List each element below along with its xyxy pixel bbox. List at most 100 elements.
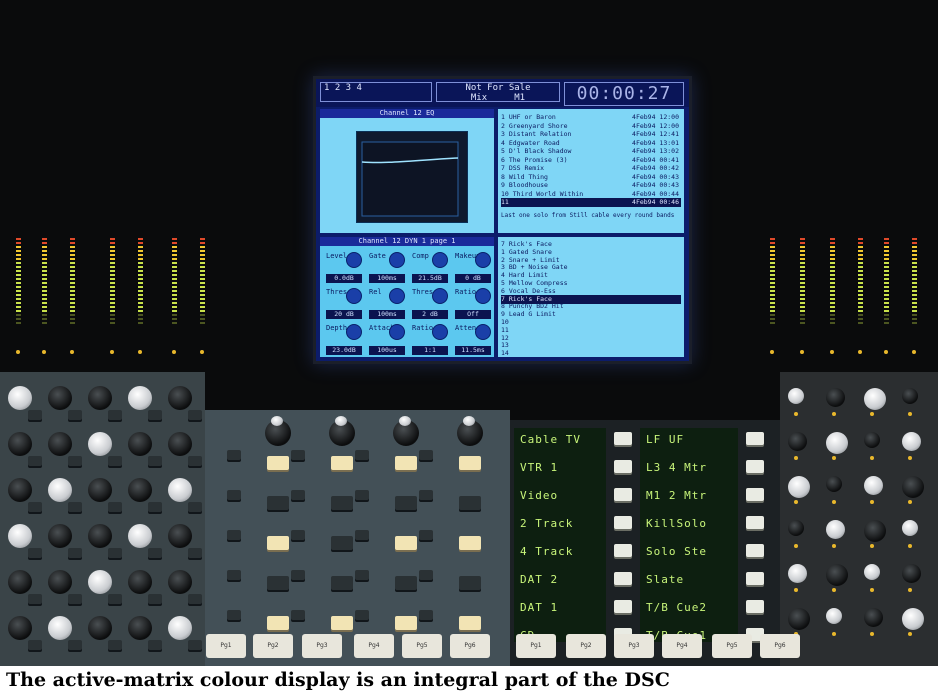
function-key[interactable]: Pg1 — [516, 634, 556, 658]
source-select-button[interactable] — [746, 544, 764, 557]
rotary-knob[interactable] — [168, 616, 192, 640]
console-button[interactable] — [68, 548, 82, 558]
rotary-knob[interactable] — [8, 616, 32, 640]
console-button[interactable] — [108, 410, 122, 420]
function-key[interactable]: Pg5 — [712, 634, 752, 658]
console-button[interactable] — [355, 530, 369, 540]
rotary-knob[interactable] — [48, 432, 72, 456]
dynamics-control[interactable]: Rel 100ms — [367, 285, 409, 321]
source-select-button[interactable] — [746, 488, 764, 501]
rotary-knob[interactable] — [8, 570, 32, 594]
console-button[interactable] — [148, 410, 162, 420]
rotary-knob[interactable] — [271, 416, 283, 426]
rotary-knob[interactable] — [788, 608, 810, 630]
console-button[interactable] — [68, 456, 82, 466]
rotary-knob[interactable] — [826, 432, 848, 454]
console-button[interactable] — [355, 450, 369, 460]
dynamics-control[interactable]: Comp 21.5dB — [410, 249, 452, 285]
rotary-knob[interactable] — [88, 570, 112, 594]
dynamics-control[interactable]: Atten 11.5ms — [453, 321, 495, 357]
console-button[interactable] — [419, 530, 433, 540]
console-button[interactable] — [227, 610, 241, 620]
console-button[interactable] — [267, 456, 289, 470]
source-select-button[interactable] — [746, 600, 764, 613]
console-button[interactable] — [148, 548, 162, 558]
control-knob-icon[interactable] — [475, 288, 491, 304]
console-button[interactable] — [355, 610, 369, 620]
console-button[interactable] — [68, 640, 82, 650]
dynamics-control[interactable]: Ratio Off — [453, 285, 495, 321]
rotary-knob[interactable] — [826, 520, 845, 539]
console-button[interactable] — [331, 576, 353, 590]
function-key[interactable]: Pg3 — [614, 634, 654, 658]
rotary-knob[interactable] — [48, 524, 72, 548]
rotary-knob[interactable] — [88, 386, 112, 410]
cue-list-item[interactable]: 11 4Feb94 00:46 — [501, 198, 681, 207]
rotary-knob[interactable] — [864, 476, 883, 495]
console-button[interactable] — [355, 490, 369, 500]
rotary-knob[interactable] — [826, 608, 842, 624]
console-button[interactable] — [459, 456, 481, 470]
console-button[interactable] — [267, 616, 289, 630]
console-button[interactable] — [331, 616, 353, 630]
function-key[interactable]: Pg4 — [354, 634, 394, 658]
control-knob-icon[interactable] — [346, 324, 362, 340]
function-key[interactable]: Pg3 — [302, 634, 342, 658]
rotary-knob[interactable] — [88, 478, 112, 502]
source-select-button[interactable] — [614, 600, 632, 613]
function-key[interactable]: Pg6 — [450, 634, 490, 658]
rotary-knob[interactable] — [128, 616, 152, 640]
console-button[interactable] — [459, 576, 481, 590]
console-button[interactable] — [108, 640, 122, 650]
dynamics-control[interactable]: Gate 100ms — [367, 249, 409, 285]
console-button[interactable] — [188, 410, 202, 420]
rotary-knob[interactable] — [8, 524, 32, 548]
source-select-button[interactable] — [746, 516, 764, 529]
control-knob-icon[interactable] — [389, 288, 405, 304]
console-button[interactable] — [291, 450, 305, 460]
rotary-knob[interactable] — [128, 386, 152, 410]
source-select-button[interactable] — [614, 544, 632, 557]
dynamics-control[interactable]: Depth 23.0dB — [324, 321, 366, 357]
console-button[interactable] — [188, 594, 202, 604]
function-key[interactable]: Pg6 — [760, 634, 800, 658]
control-knob-icon[interactable] — [432, 288, 448, 304]
console-button[interactable] — [28, 410, 42, 420]
preset-list-item[interactable]: 14 — [501, 349, 681, 358]
control-knob-icon[interactable] — [389, 252, 405, 268]
console-button[interactable] — [148, 502, 162, 512]
source-select-button[interactable] — [614, 516, 632, 529]
rotary-knob[interactable] — [902, 608, 924, 630]
console-button[interactable] — [68, 594, 82, 604]
console-button[interactable] — [267, 496, 289, 510]
console-button[interactable] — [227, 490, 241, 500]
rotary-knob[interactable] — [826, 564, 848, 586]
console-button[interactable] — [188, 640, 202, 650]
function-key[interactable]: Pg5 — [402, 634, 442, 658]
control-knob-icon[interactable] — [389, 324, 405, 340]
rotary-knob[interactable] — [902, 520, 918, 536]
console-button[interactable] — [227, 530, 241, 540]
rotary-knob[interactable] — [88, 432, 112, 456]
console-button[interactable] — [28, 456, 42, 466]
rotary-knob[interactable] — [168, 432, 192, 456]
console-button[interactable] — [28, 548, 42, 558]
console-button[interactable] — [108, 548, 122, 558]
console-button[interactable] — [108, 594, 122, 604]
rotary-knob[interactable] — [864, 564, 880, 580]
console-button[interactable] — [108, 456, 122, 466]
source-select-button[interactable] — [614, 572, 632, 585]
control-knob-icon[interactable] — [432, 252, 448, 268]
rotary-knob[interactable] — [864, 520, 886, 542]
function-key[interactable]: Pg1 — [206, 634, 246, 658]
rotary-knob[interactable] — [902, 564, 921, 583]
rotary-knob[interactable] — [864, 388, 886, 410]
rotary-knob[interactable] — [48, 478, 72, 502]
rotary-knob[interactable] — [788, 476, 810, 498]
rotary-knob[interactable] — [88, 524, 112, 548]
console-button[interactable] — [395, 616, 417, 630]
function-key[interactable]: Pg2 — [253, 634, 293, 658]
rotary-knob[interactable] — [788, 388, 804, 404]
control-knob-icon[interactable] — [475, 252, 491, 268]
console-button[interactable] — [459, 496, 481, 510]
